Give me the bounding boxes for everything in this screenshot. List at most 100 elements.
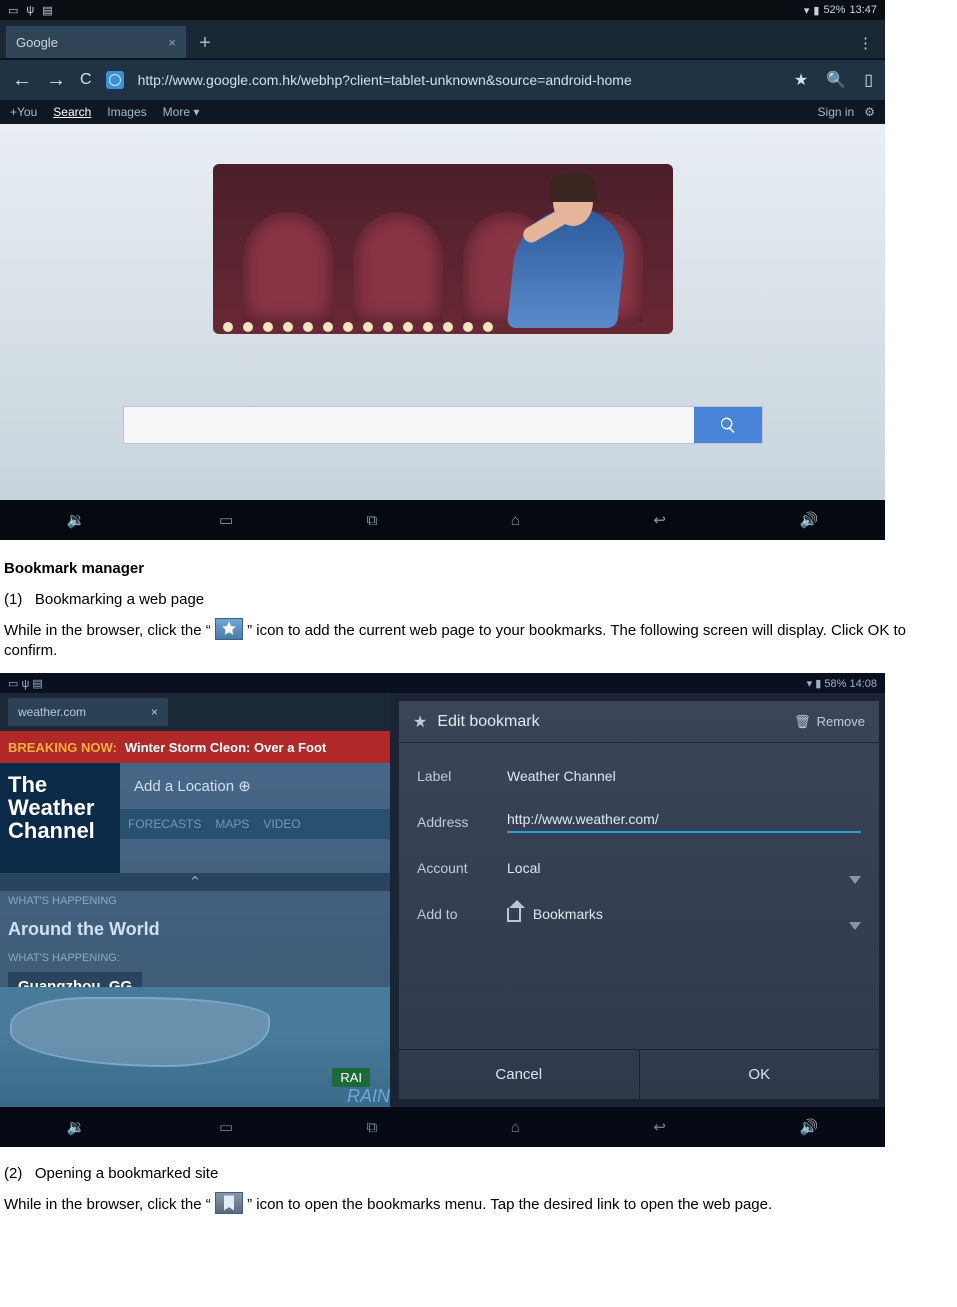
tab-maps[interactable]: MAPS: [215, 817, 249, 831]
account-caption: Account: [417, 860, 507, 876]
reload-button[interactable]: C: [80, 71, 92, 89]
star-bookmark-icon: [215, 618, 243, 640]
vol-up-icon[interactable]: 🔊: [799, 511, 818, 529]
forward-button[interactable]: →: [46, 69, 66, 92]
brand-line: Weather: [8, 796, 112, 819]
label-caption: Label: [417, 768, 507, 784]
browser-tab-weather[interactable]: weather.com ×: [8, 698, 168, 726]
bookmark-folder-icon: [507, 908, 521, 922]
page-content: [0, 124, 885, 500]
bookmarks-icon[interactable]: ▯: [864, 70, 873, 90]
tab-title: Google: [16, 35, 58, 50]
ok-button[interactable]: OK: [639, 1050, 880, 1099]
step-1-body: While in the browser, click the “ ” icon…: [0, 616, 957, 663]
breaking-bar: BREAKING NOW: Winter Storm Cleon: Over a…: [0, 731, 390, 763]
search-icon[interactable]: 🔍: [826, 70, 846, 90]
gbar-you[interactable]: +You: [10, 105, 37, 119]
rain-word: RAIN: [347, 1086, 390, 1107]
step1-num: (1): [4, 591, 22, 608]
cancel-button[interactable]: Cancel: [399, 1050, 639, 1099]
step2-num: (2): [4, 1165, 22, 1182]
addto-select[interactable]: Bookmarks: [507, 906, 849, 922]
battery-percent-2: 58%: [824, 678, 846, 690]
google-search-bar: [123, 406, 763, 444]
vol-down-icon[interactable]: 🔉: [67, 1118, 86, 1136]
recents-icon[interactable]: ▭: [219, 1118, 233, 1136]
gbar-more[interactable]: More ▾: [163, 105, 200, 119]
google-bar: +You Search Images More ▾ Sign in ⚙: [0, 100, 885, 124]
new-tab-button[interactable]: +: [190, 28, 220, 58]
gear-icon[interactable]: ⚙: [864, 105, 875, 119]
whats-label-2: WHAT'S HAPPENING:: [0, 948, 390, 968]
browser-tab-strip: Google × + ⋮: [0, 20, 885, 60]
section-title: Bookmark manager: [0, 560, 957, 577]
address-field[interactable]: http://www.weather.com/: [507, 811, 861, 833]
status-time-2: 14:08: [849, 678, 877, 690]
back-nav-icon[interactable]: ↩: [653, 511, 666, 529]
google-search-button[interactable]: [694, 407, 762, 443]
battery-icon: ▮: [815, 678, 821, 690]
tab-overflow-icon[interactable]: ⋮: [858, 34, 873, 52]
account-select[interactable]: Local: [507, 860, 849, 876]
whats-label: WHAT'S HAPPENING: [0, 891, 390, 911]
status-time: 13:47: [849, 4, 877, 16]
status-icon-usb: ψ: [26, 4, 34, 17]
step2-text-b: ” icon to open the bookmarks menu. Tap t…: [247, 1196, 772, 1213]
address-caption: Address: [417, 814, 507, 830]
back-button[interactable]: ←: [12, 69, 32, 92]
tab-close-icon[interactable]: ×: [168, 35, 176, 50]
step1-title: Bookmarking a web page: [35, 591, 204, 608]
back-nav-icon[interactable]: ↩: [653, 1118, 666, 1136]
label-field[interactable]: Weather Channel: [507, 768, 861, 784]
weather-map: RAI RAIN: [0, 987, 390, 1107]
tab-close-icon[interactable]: ×: [151, 705, 158, 719]
step1-text-a: While in the browser, click the “: [4, 622, 211, 639]
status-icon: ▭ ψ ▤: [8, 678, 43, 690]
background-page: weather.com × BREAKING NOW: Winter Storm…: [0, 693, 390, 1107]
vol-down-icon[interactable]: 🔉: [67, 511, 86, 529]
tab-video[interactable]: VIDEO: [263, 817, 300, 831]
star-icon: ★: [413, 712, 427, 732]
tab-forecasts[interactable]: FORECASTS: [128, 817, 201, 831]
site-globe-icon: [106, 71, 124, 89]
edit-bookmark-dialog: ★ Edit bookmark 🗑 Remove Label Weather C…: [399, 701, 879, 1099]
screenshot-icon[interactable]: ⧉: [367, 1119, 378, 1136]
breaking-label: BREAKING NOW:: [8, 740, 117, 755]
screenshot-browser-google: ▭ ψ ▤ ▾ ▮ 52% 13:47 Google × + ⋮ ← → C h…: [0, 0, 885, 540]
google-doodle[interactable]: [213, 164, 673, 334]
step-2-body: While in the browser, click the “ ” icon…: [0, 1190, 957, 1220]
step2-text-a: While in the browser, click the “: [4, 1196, 211, 1213]
breaking-text: Winter Storm Cleon: Over a Foot: [125, 740, 326, 755]
android-nav-bar: 🔉 ▭ ⧉ ⌂ ↩ 🔊: [0, 500, 885, 540]
url-field[interactable]: http://www.google.com.hk/webhp?client=ta…: [138, 72, 780, 88]
brand-line: The: [8, 773, 112, 796]
battery-icon: ▮: [813, 4, 819, 17]
vol-up-icon[interactable]: 🔊: [799, 1118, 818, 1136]
star-icon[interactable]: ★: [794, 70, 808, 90]
dialog-title: Edit bookmark: [437, 713, 539, 731]
screenshot-icon[interactable]: ⧉: [367, 512, 378, 529]
wifi-icon: ▾: [804, 4, 810, 17]
browser-toolbar: ← → C http://www.google.com.hk/webhp?cli…: [0, 60, 885, 100]
android-status-bar: ▭ ψ ▤ ▾ ▮ 52% 13:47: [0, 0, 885, 20]
battery-percent: 52%: [823, 4, 845, 16]
add-location-field[interactable]: Add a Location ⊕: [120, 763, 390, 809]
signin-link[interactable]: Sign in: [818, 105, 855, 119]
browser-tab[interactable]: Google ×: [6, 26, 186, 58]
gbar-search[interactable]: Search: [53, 105, 91, 119]
dialog-title-bar: ★ Edit bookmark 🗑 Remove: [399, 701, 879, 743]
addto-caption: Add to: [417, 906, 507, 922]
bookmarks-list-icon: [215, 1192, 243, 1214]
home-icon[interactable]: ⌂: [511, 1119, 520, 1136]
recents-icon[interactable]: ▭: [219, 511, 233, 529]
trash-icon: 🗑: [794, 714, 811, 730]
brand-line: Channel: [8, 819, 112, 842]
android-status-bar-2: ▭ ψ ▤ ▾ ▮ 58% 14:08: [0, 673, 885, 693]
home-icon[interactable]: ⌂: [511, 512, 520, 529]
step-2-heading: (2) Opening a bookmarked site: [0, 1161, 957, 1186]
gbar-images[interactable]: Images: [107, 105, 146, 119]
status-icon-square: ▭: [8, 4, 18, 17]
weather-tab-title: weather.com: [18, 705, 86, 719]
google-search-input[interactable]: [124, 407, 694, 443]
remove-button[interactable]: 🗑 Remove: [794, 714, 865, 730]
